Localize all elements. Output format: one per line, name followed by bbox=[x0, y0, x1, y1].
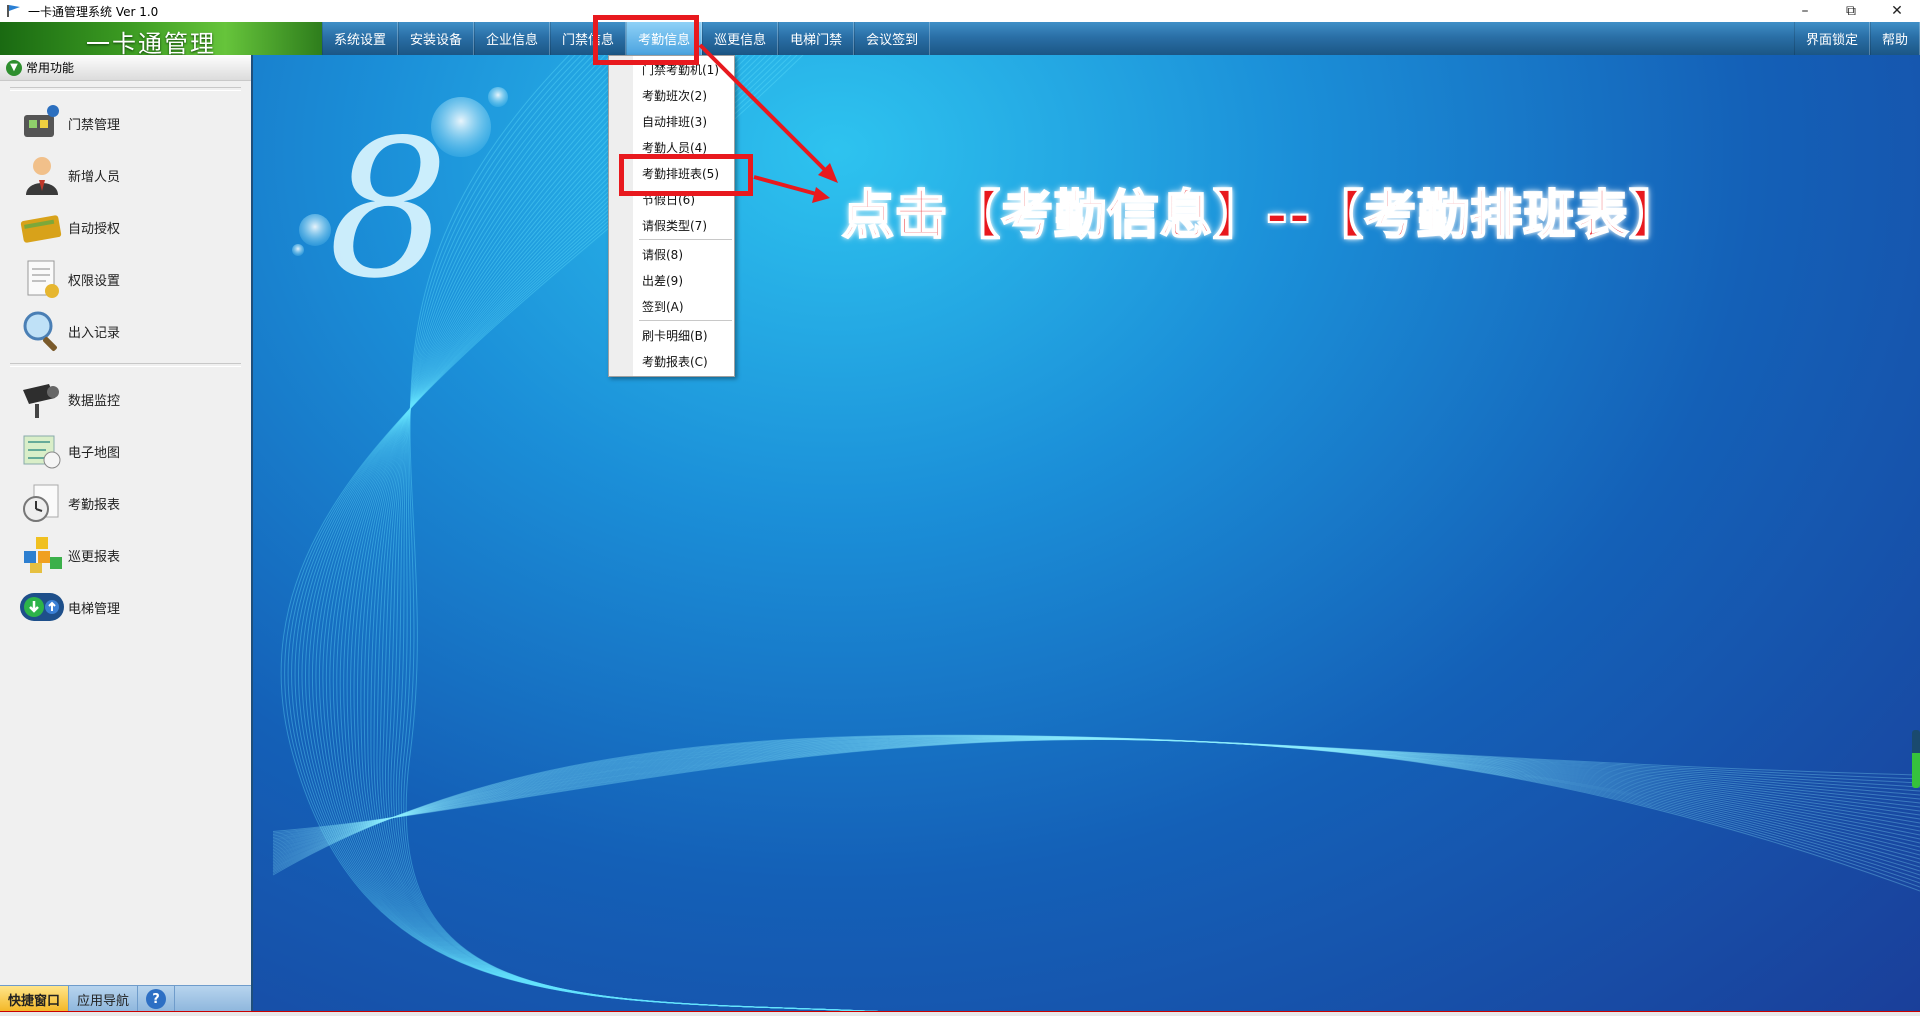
help-button[interactable]: ? bbox=[138, 986, 176, 1012]
window-title: 一卡通管理系统 Ver 1.0 bbox=[28, 4, 159, 19]
svg-text:8: 8 bbox=[328, 99, 449, 320]
sidebar-item-access-records[interactable]: 出入记录 bbox=[0, 305, 251, 357]
menu-item-leave-types[interactable]: 请假类型(7) bbox=[609, 212, 734, 238]
sidebar-item-label: 出入记录 bbox=[68, 325, 121, 341]
minimize-button[interactable]: – bbox=[1782, 0, 1828, 22]
blocks-icon bbox=[18, 531, 66, 579]
status-bar bbox=[0, 1011, 1920, 1016]
menu-item-leave[interactable]: 请假(8) bbox=[609, 241, 734, 267]
map-icon bbox=[18, 427, 66, 475]
brand-banner: 一卡通管理 bbox=[0, 22, 322, 58]
sidebar-item-door-access[interactable]: 门禁管理 bbox=[0, 97, 251, 149]
sidebar-header[interactable]: ▼ 常用功能 bbox=[0, 55, 251, 81]
scroll-indicator[interactable] bbox=[1912, 730, 1920, 788]
menu-install-devices[interactable]: 安装设备 bbox=[398, 22, 475, 55]
divider bbox=[10, 87, 241, 91]
menu-company-info[interactable]: 企业信息 bbox=[474, 22, 551, 55]
sidebar-item-data-monitor[interactable]: 数据监控 bbox=[0, 373, 251, 425]
restore-button[interactable]: ⧉ bbox=[1828, 0, 1874, 22]
menu-lock-interface[interactable]: 界面锁定 bbox=[1793, 22, 1870, 55]
menu-divider bbox=[639, 239, 732, 240]
sidebar-item-label: 门禁管理 bbox=[68, 117, 121, 133]
sidebar-item-permission-settings[interactable]: 权限设置 bbox=[0, 253, 251, 305]
brand-name: 一卡通管理 bbox=[86, 30, 216, 58]
main-menu-bar: 一卡通管理 系统设置 安装设备 企业信息 门禁信息 考勤信息 巡更信息 电梯门禁… bbox=[0, 22, 1920, 58]
sidebar-item-e-map[interactable]: 电子地图 bbox=[0, 425, 251, 477]
sidebar-item-label: 考勤报表 bbox=[68, 497, 121, 513]
sidebar-item-label: 电子地图 bbox=[68, 445, 121, 461]
sidebar-item-label: 电梯管理 bbox=[68, 601, 121, 617]
menu-help[interactable]: 帮助 bbox=[1869, 22, 1920, 55]
menu-item-attendance-report[interactable]: 考勤报表(C) bbox=[609, 348, 734, 374]
sidebar-item-elevator-management[interactable]: 电梯管理 bbox=[0, 581, 251, 633]
sidebar-item-add-person[interactable]: 新增人员 bbox=[0, 149, 251, 201]
annotation-arrows bbox=[698, 43, 838, 203]
magnifier-icon bbox=[18, 307, 66, 355]
divider bbox=[10, 363, 241, 367]
door-access-icon bbox=[18, 99, 66, 147]
sidebar-item-label: 权限设置 bbox=[68, 273, 121, 289]
close-button[interactable]: ✕ bbox=[1874, 0, 1920, 22]
highlight-box-menu bbox=[593, 15, 699, 65]
sidebar-item-patrol-report[interactable]: 巡更报表 bbox=[0, 529, 251, 581]
window-title-bar: 一卡通管理系统 Ver 1.0 – ⧉ ✕ bbox=[0, 0, 1920, 22]
menu-meeting-signin[interactable]: 会议签到 bbox=[854, 22, 931, 55]
tab-app-navigation[interactable]: 应用导航 bbox=[69, 986, 139, 1012]
sidebar: ▼ 常用功能 门禁管理 新增人员 自动授权 权限设置 出入记录 数据监控 电子地… bbox=[0, 55, 253, 1012]
menu-divider bbox=[639, 320, 732, 321]
camera-icon bbox=[18, 375, 66, 423]
tab-quick-window[interactable]: 快捷窗口 bbox=[0, 986, 70, 1012]
menu-item-business-trip[interactable]: 出差(9) bbox=[609, 267, 734, 293]
sidebar-item-label: 数据监控 bbox=[68, 393, 121, 409]
help-icon: ? bbox=[146, 989, 167, 1009]
sidebar-item-label: 新增人员 bbox=[68, 169, 121, 185]
instruction-annotation: 点击【考勤信息】--【考勤排班表】 bbox=[841, 185, 1683, 247]
card-icon bbox=[18, 203, 66, 251]
sidebar-item-attendance-report[interactable]: 考勤报表 bbox=[0, 477, 251, 529]
menu-system-settings[interactable]: 系统设置 bbox=[322, 22, 399, 55]
sidebar-item-label: 自动授权 bbox=[68, 221, 121, 237]
sidebar-item-label: 巡更报表 bbox=[68, 549, 121, 565]
menu-item-sign-in[interactable]: 签到(A) bbox=[609, 293, 734, 319]
document-icon bbox=[18, 255, 66, 303]
collapse-icon[interactable]: ▼ bbox=[6, 59, 22, 76]
elevator-icon bbox=[18, 583, 66, 631]
clock-icon bbox=[18, 479, 66, 527]
sidebar-tabs: 快捷窗口 应用导航 ? bbox=[0, 985, 251, 1012]
sidebar-header-label: 常用功能 bbox=[26, 61, 75, 75]
menu-item-card-swipe-details[interactable]: 刷卡明细(B) bbox=[609, 322, 734, 348]
person-icon bbox=[18, 151, 66, 199]
sidebar-item-auto-authorize[interactable]: 自动授权 bbox=[0, 201, 251, 253]
app-flag-icon bbox=[7, 5, 20, 17]
